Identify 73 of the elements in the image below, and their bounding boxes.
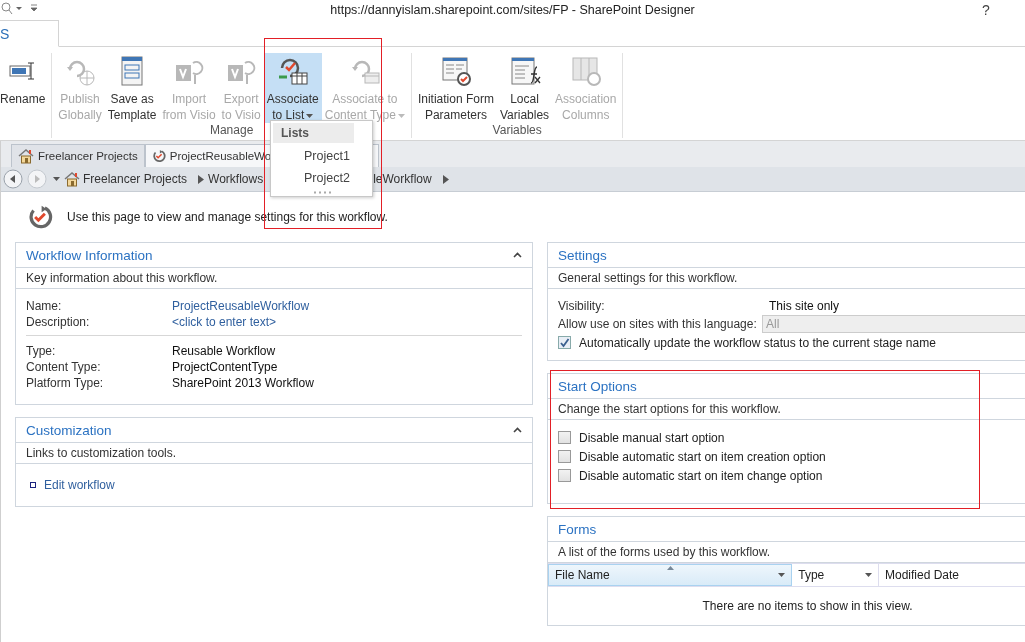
history-caret-icon [53,177,60,181]
window-title: https://dannyislam.sharepoint.com/sites/FP - SharePoint Designer [330,3,695,17]
column-header[interactable]: Modified Date [878,564,1025,586]
ribbon-button[interactable]: Save as Template [104,53,160,123]
checkbox-label: Disable automatic start on item change option [579,468,823,483]
panel-description: General settings for this workflow. [548,268,1025,289]
ribbon-tab[interactable]: S [0,20,59,47]
panel-description: Links to customization tools. [16,443,532,464]
dropdown-caret-icon [306,113,314,118]
document-tab[interactable]: Freelancer Projects [11,144,145,167]
checkbox[interactable] [558,336,571,349]
panel-title: Start Options [558,378,637,394]
columns-icon [569,55,602,87]
bullet-icon [30,482,36,488]
panel-title: Settings [558,247,607,263]
checkbox[interactable] [558,431,571,444]
field-label: Type: [26,344,57,358]
field-label: Name: [26,299,63,313]
menu-header: Lists [273,123,354,143]
column-header[interactable]: Type [792,564,879,586]
help-button[interactable]: ? [982,2,990,18]
panel-description: Key information about this workflow. [16,268,532,289]
field-link[interactable]: <click to enter text> [172,315,522,329]
panel-description: Change the start options for this workflow. [548,399,1025,420]
field-value: Reusable Workflow [172,344,277,358]
group-label: Manage [209,123,254,137]
panel-title: Workflow Information [26,247,153,263]
function-icon [508,55,541,87]
ribbon-button[interactable]: Rename [0,53,49,123]
collapse-icon[interactable] [513,252,522,258]
ribbon-button[interactable]: Initiation Form Parameters [414,53,497,123]
empty-message: There are no items to show in this view. [701,598,914,615]
checkbox-label: Disable manual start option [579,430,725,445]
field-label: Description: [26,315,91,329]
quick-access-icon[interactable] [0,2,40,16]
checkbox-label: Automatically update the workflow status to the current stage name [579,335,936,350]
ribbon-button[interactable]: Associate to List [263,53,322,123]
field-value: SharePoint 2013 Workflow [172,376,315,390]
breadcrumb-link[interactable]: Workflows [208,172,264,186]
checkbox-label: Disable automatic start on item creation option [579,449,826,464]
ribbon-button[interactable]: Local Variables [496,53,553,123]
back-icon[interactable] [3,169,23,189]
resize-grip-icon[interactable] [312,191,331,194]
breadcrumb-link[interactable]: Freelancer Projects [83,172,188,186]
field-label: Content Type: [26,360,102,374]
field-value: This site only [769,299,840,313]
home-icon [64,171,80,187]
group-label: Variables [492,123,542,137]
field-label: Platform Type: [26,376,105,390]
filter-caret-icon [864,573,872,577]
menu-item[interactable]: Project2 [271,167,372,189]
filter-caret-icon [778,573,786,577]
panel-title: Customization [26,422,112,438]
workflow-icon [27,204,53,230]
chevron-icon[interactable] [442,174,449,184]
field-link[interactable]: ProjectReusableWorkflow [172,299,522,313]
home-icon [18,148,34,164]
field-label: Allow use on sites with this language: [558,317,758,331]
chevron-icon[interactable] [198,174,205,184]
menu-item[interactable]: Project1 [271,145,372,167]
edit-link[interactable]: Edit workflow [44,478,115,492]
dropdown-caret-icon [397,113,405,118]
workflow-icon [151,149,166,163]
panel-title: Forms [558,521,597,537]
column-header[interactable]: File Name [548,564,793,586]
field-value: ProjectContentType [172,360,279,374]
field-label: Visibility: [558,299,606,313]
form-icon [439,55,472,87]
collapse-icon[interactable] [513,427,522,433]
sort-arrow-icon [667,566,674,570]
panel-description: A list of the forms used by this workflow. [548,542,1025,563]
checkbox[interactable] [558,450,571,463]
checkbox[interactable] [558,469,571,482]
